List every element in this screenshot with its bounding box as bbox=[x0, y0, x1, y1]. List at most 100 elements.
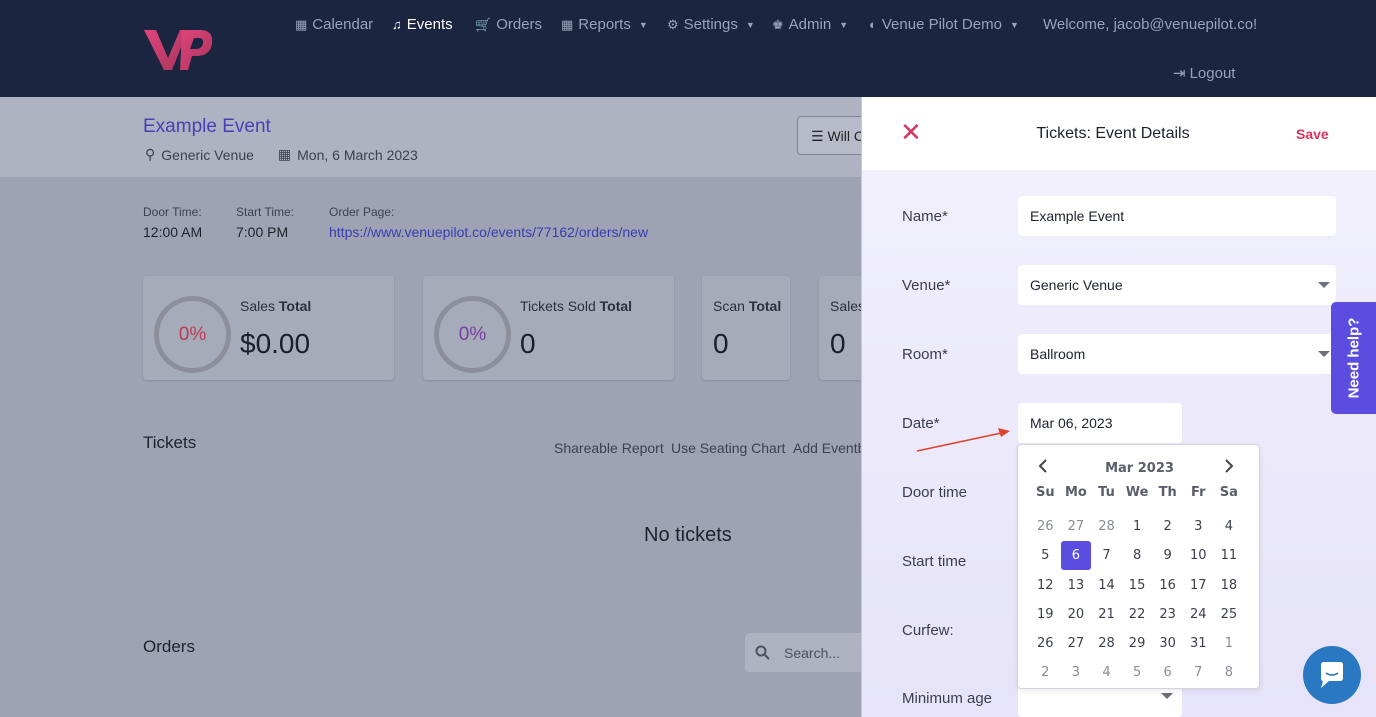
calendar-day[interactable]: 5 bbox=[1030, 541, 1061, 570]
nav-admin[interactable]: ♚ Admin ▼ bbox=[772, 16, 848, 33]
datepicker-popup: Mar 2023 Su Mo Tu We Th Fr Sa 26 27 28 1 2 3 4 5 6 7 8 9 10… bbox=[1017, 444, 1260, 689]
calendar-day[interactable]: 8 bbox=[1122, 541, 1153, 570]
need-help-tab[interactable]: Need help? bbox=[1331, 302, 1376, 414]
panel-title: Tickets: Event Details bbox=[1036, 125, 1190, 142]
sales-card-partial: Sales 0 bbox=[819, 276, 861, 380]
use-seating-chart-link[interactable]: Use Seating Chart bbox=[671, 440, 785, 456]
calendar-day[interactable]: 2 bbox=[1030, 658, 1061, 687]
venuepilot-logo[interactable] bbox=[142, 24, 214, 74]
calendar-day[interactable]: 23 bbox=[1152, 600, 1183, 629]
calendar-day[interactable]: 7 bbox=[1091, 541, 1122, 570]
start-time-label: Start time bbox=[902, 553, 967, 570]
calendar-day[interactable]: 1 bbox=[1214, 629, 1245, 658]
chat-button[interactable] bbox=[1303, 646, 1361, 704]
calendar-day[interactable]: 10 bbox=[1183, 541, 1214, 570]
calendar-day[interactable]: 26 bbox=[1030, 512, 1061, 541]
nav-calendar[interactable]: ▦ Calendar bbox=[295, 16, 373, 33]
nav-events[interactable]: ♫ Events bbox=[392, 16, 453, 33]
panel-header: ✕ Tickets: Event Details Save bbox=[862, 97, 1376, 170]
venue-select[interactable]: Generic Venue bbox=[1018, 265, 1336, 305]
annotation-arrow bbox=[916, 428, 1010, 452]
calendar-day[interactable]: 26 bbox=[1030, 629, 1061, 658]
calendar-day[interactable]: 28 bbox=[1091, 512, 1122, 541]
calendar-icon: ▦ bbox=[295, 16, 308, 32]
calendar-day[interactable]: 30 bbox=[1152, 629, 1183, 658]
calendar-day[interactable]: 1 bbox=[1122, 512, 1153, 541]
calendar-day[interactable]: 8 bbox=[1214, 658, 1245, 687]
calendar-day[interactable]: 2 bbox=[1152, 512, 1183, 541]
tickets-section-title: Tickets bbox=[143, 433, 197, 452]
calendar-day[interactable]: 24 bbox=[1183, 600, 1214, 629]
room-select[interactable]: Ballroom bbox=[1018, 334, 1336, 374]
calendar-day-selected[interactable]: 6 bbox=[1060, 541, 1092, 571]
scan-total-value: 0 bbox=[713, 328, 729, 359]
calendar-day[interactable]: 4 bbox=[1091, 658, 1122, 687]
logout-link[interactable]: ⇥ Logout bbox=[1173, 64, 1235, 83]
orders-section-title: Orders bbox=[143, 637, 195, 656]
calendar-day[interactable]: 12 bbox=[1030, 571, 1061, 600]
calendar-day[interactable]: 3 bbox=[1183, 512, 1214, 541]
search-icon bbox=[755, 645, 770, 660]
event-venue: Generic Venue bbox=[161, 146, 254, 163]
tickets-sold-value: 0 bbox=[520, 328, 536, 359]
calendar-day[interactable]: 18 bbox=[1214, 571, 1245, 600]
calendar-day[interactable]: 11 bbox=[1214, 541, 1245, 570]
list-icon: ☰ bbox=[811, 128, 824, 144]
calendar-day[interactable]: 17 bbox=[1183, 571, 1214, 600]
calendar-day[interactable]: 22 bbox=[1122, 600, 1153, 629]
calendar-day[interactable]: 16 bbox=[1152, 571, 1183, 600]
weekday-label: Sa bbox=[1219, 485, 1238, 500]
nav-orders[interactable]: 🛒 Orders bbox=[475, 16, 542, 33]
tickets-sold-card: 0% Tickets Sold Total 0 bbox=[423, 276, 674, 380]
nav-venue-switcher[interactable]: ◐ Venue Pilot Demo ▼ bbox=[869, 16, 1019, 33]
calendar-day[interactable]: 14 bbox=[1091, 571, 1122, 600]
weekday-label: Th bbox=[1158, 485, 1177, 500]
name-field[interactable]: Example Event bbox=[1018, 196, 1336, 236]
calendar-day[interactable]: 4 bbox=[1214, 512, 1245, 541]
date-field[interactable]: Mar 06, 2023 bbox=[1018, 403, 1182, 443]
add-eventbrite-link[interactable]: Add Eventb bbox=[793, 440, 861, 456]
calendar-day[interactable]: 27 bbox=[1061, 629, 1092, 658]
sales-total-card: 0% Sales Total $0.00 bbox=[143, 276, 394, 380]
order-page-link[interactable]: https://www.venuepilot.co/events/77162/o… bbox=[329, 224, 648, 240]
chevron-right-icon bbox=[1225, 459, 1234, 473]
music-note-icon: ♫ bbox=[392, 17, 402, 32]
calendar-day[interactable]: 5 bbox=[1122, 658, 1153, 687]
calendar-day[interactable]: 28 bbox=[1091, 629, 1122, 658]
shareable-report-link[interactable]: Shareable Report bbox=[554, 440, 664, 456]
logout-icon: ⇥ bbox=[1173, 65, 1186, 82]
calendar-day[interactable]: 3 bbox=[1061, 658, 1092, 687]
calendar-day[interactable]: 13 bbox=[1061, 571, 1092, 600]
calendar-day[interactable]: 20 bbox=[1061, 600, 1092, 629]
calendar-day[interactable]: 31 bbox=[1183, 629, 1214, 658]
chevron-down-icon: ▼ bbox=[1009, 19, 1019, 30]
save-button[interactable]: Save bbox=[1296, 126, 1329, 142]
no-tickets-message: No tickets bbox=[644, 524, 732, 546]
top-navbar: ▦ Calendar ♫ Events 🛒 Orders ▦ Reports ▼… bbox=[0, 0, 1376, 97]
progress-ring: 0% bbox=[154, 296, 231, 373]
chevron-down-icon bbox=[1318, 282, 1330, 288]
order-page-info: Order Page: https://www.venuepilot.co/ev… bbox=[329, 205, 649, 240]
chat-bubble-icon bbox=[1321, 662, 1343, 688]
calendar-day[interactable]: 9 bbox=[1152, 541, 1183, 570]
chess-king-icon: ♚ bbox=[772, 16, 784, 32]
calendar-day[interactable]: 7 bbox=[1183, 658, 1214, 687]
chevron-down-icon bbox=[1318, 351, 1330, 357]
calendar-day[interactable]: 6 bbox=[1152, 658, 1183, 687]
calendar-day[interactable]: 19 bbox=[1030, 600, 1061, 629]
sales-total-value: $0.00 bbox=[240, 328, 311, 359]
nav-settings[interactable]: ⚙ Settings ▼ bbox=[667, 16, 755, 33]
calendar-day[interactable]: 15 bbox=[1122, 571, 1153, 600]
next-month-button[interactable] bbox=[1224, 459, 1234, 477]
minimum-age-label: Minimum age bbox=[902, 690, 993, 707]
orders-search-input[interactable]: Search... bbox=[745, 633, 875, 672]
half-circle-icon: ◐ bbox=[869, 17, 877, 32]
calendar-day[interactable]: 27 bbox=[1061, 512, 1092, 541]
calendar-day[interactable]: 21 bbox=[1091, 600, 1122, 629]
event-date: Mon, 6 March 2023 bbox=[297, 146, 418, 163]
nav-reports[interactable]: ▦ Reports ▼ bbox=[561, 16, 648, 33]
calendar-day[interactable]: 29 bbox=[1122, 629, 1153, 658]
event-title[interactable]: Example Event bbox=[143, 116, 271, 138]
calendar-day[interactable]: 25 bbox=[1214, 600, 1245, 629]
event-header bbox=[0, 97, 861, 177]
